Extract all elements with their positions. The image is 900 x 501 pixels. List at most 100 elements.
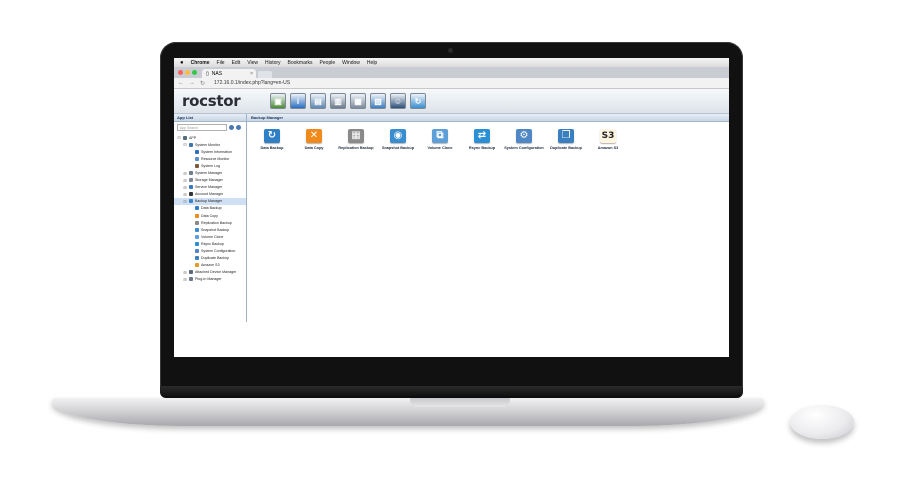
tree-item[interactable]: Resource Monitor bbox=[174, 155, 246, 162]
zoom-window-button[interactable] bbox=[192, 70, 197, 75]
app-launcher-label: Data Copy bbox=[304, 146, 324, 150]
app-launcher[interactable]: ◉ Snapshot Backup bbox=[377, 127, 419, 150]
expand-icon[interactable]: ⊞ bbox=[183, 171, 187, 176]
tree-item-icon bbox=[195, 241, 199, 246]
tree-item-icon bbox=[189, 178, 193, 183]
monitor-icon[interactable]: ▧ bbox=[370, 93, 386, 109]
menu-view[interactable]: View bbox=[247, 60, 258, 66]
mouse bbox=[790, 405, 854, 439]
tree-item-label: APP bbox=[189, 135, 197, 140]
tree-item[interactable]: Data Backup bbox=[174, 205, 246, 212]
tree-item[interactable]: System Log bbox=[174, 162, 246, 169]
expand-icon[interactable]: ⊞ bbox=[183, 192, 187, 197]
tree-item[interactable]: ⊞ System Manager bbox=[174, 169, 246, 176]
tree-item-icon bbox=[195, 227, 199, 232]
collapse-icon[interactable]: ⊟ bbox=[177, 135, 181, 140]
tree-item-label: Data Backup bbox=[201, 206, 222, 211]
collapse-icon[interactable]: ⊟ bbox=[183, 199, 187, 204]
laptop-hinge bbox=[160, 386, 743, 398]
back-icon[interactable]: ← bbox=[178, 80, 184, 86]
tree-item-icon bbox=[195, 149, 199, 154]
tree-item[interactable]: ⊞ Service Manager bbox=[174, 184, 246, 191]
app-launcher[interactable]: S3 Amazon S3 bbox=[587, 127, 629, 150]
tree-item-icon bbox=[189, 199, 193, 204]
app-launcher[interactable]: ❐ Duplicate Backup bbox=[545, 127, 587, 150]
quick-launch-bar: ▣ i ▤ ▥ ▦ ▧ ☺ ↻ bbox=[270, 93, 426, 109]
forward-icon[interactable]: → bbox=[189, 80, 195, 86]
tree-item[interactable]: ⊟ Backup Manager bbox=[174, 197, 246, 205]
tree-item[interactable]: System Configuration bbox=[174, 248, 246, 255]
app-launcher-label: Replication Backup bbox=[338, 146, 374, 150]
tree-item[interactable]: Volume Clone bbox=[174, 233, 246, 240]
tree-item[interactable]: Snapshot Backup bbox=[174, 226, 246, 233]
info-icon[interactable]: i bbox=[290, 93, 306, 109]
app-launcher[interactable]: ↻ Data Backup bbox=[251, 127, 293, 150]
app-search-input[interactable]: App Search bbox=[177, 124, 227, 131]
browser-tab[interactable]: ▯ NAS × bbox=[202, 69, 256, 78]
tree-item[interactable]: System Information bbox=[174, 148, 246, 155]
app-grid: ↻ Data Backup ✕ Data Copy ▦ Replication Backu… bbox=[247, 122, 729, 150]
rsync-backup-icon: ⇄ bbox=[473, 127, 491, 144]
tree-item-icon bbox=[195, 234, 199, 239]
tree-item-label: Replication Backup bbox=[201, 220, 232, 225]
expand-icon[interactable]: ⊞ bbox=[183, 178, 187, 183]
menu-edit[interactable]: Edit bbox=[232, 60, 241, 66]
tree-item[interactable]: Duplicate Backup bbox=[174, 255, 246, 262]
tree-item[interactable]: Amazon S3 bbox=[174, 262, 246, 269]
menu-help[interactable]: Help bbox=[367, 60, 377, 66]
tree-item[interactable]: ⊞ Attached Device Manager bbox=[174, 269, 246, 276]
menu-window[interactable]: Window bbox=[342, 60, 360, 66]
close-tab-icon[interactable]: × bbox=[250, 71, 253, 77]
app-launcher-label: Volume Clone bbox=[427, 146, 453, 150]
apple-icon[interactable]: ● bbox=[180, 60, 184, 66]
expand-icon[interactable]: ⊞ bbox=[183, 185, 187, 190]
system-configuration-icon: ⚙ bbox=[515, 127, 533, 144]
tree-item-label: System Manager bbox=[195, 171, 223, 176]
app-launcher[interactable]: ⇄ Rsync Backup bbox=[461, 127, 503, 150]
app-tree: ⊟ APP ⊟ System Monitor System Information Res… bbox=[174, 133, 246, 283]
menu-chrome[interactable]: Chrome bbox=[191, 60, 210, 66]
menu-file[interactable]: File bbox=[217, 60, 225, 66]
app-launcher[interactable]: ⚙ System Configuration bbox=[503, 127, 545, 150]
tree-item[interactable]: Rsync Backup bbox=[174, 240, 246, 247]
app-launcher-label: Rsync Backup bbox=[468, 146, 496, 150]
menu-history[interactable]: History bbox=[265, 60, 281, 66]
app-launcher-label: System Configuration bbox=[504, 146, 544, 150]
tree-item-icon bbox=[189, 171, 193, 176]
url-field[interactable]: 172.16.0.1/index.php?lang=en-US bbox=[214, 80, 290, 86]
close-window-button[interactable] bbox=[178, 70, 183, 75]
user-icon[interactable]: ☺ bbox=[390, 93, 406, 109]
backup-icon[interactable]: ↻ bbox=[410, 93, 426, 109]
expand-icon[interactable]: ⊞ bbox=[183, 270, 187, 275]
minimize-window-button[interactable] bbox=[185, 70, 190, 75]
laptop-notch bbox=[410, 398, 510, 407]
tree-item[interactable]: ⊟ System Monitor bbox=[174, 141, 246, 148]
app-launcher[interactable]: ✕ Data Copy bbox=[293, 127, 335, 150]
tree-item[interactable]: Replication Backup bbox=[174, 219, 246, 226]
reload-icon[interactable]: ↻ bbox=[200, 80, 205, 87]
tree-item[interactable]: ⊞ Plug-In Manager bbox=[174, 276, 246, 283]
collapse-icon[interactable]: ⊟ bbox=[183, 142, 187, 147]
new-tab-button[interactable] bbox=[258, 71, 272, 78]
menu-people[interactable]: People bbox=[320, 60, 336, 66]
tree-item[interactable]: Data Copy bbox=[174, 212, 246, 219]
app-header: rocstor ▣ i ▤ ▥ ▦ ▧ ☺ ↻ bbox=[174, 89, 729, 114]
app-launcher[interactable]: ⧉ Volume Clone bbox=[419, 127, 461, 150]
data-copy-icon: ✕ bbox=[305, 127, 323, 144]
tree-item[interactable]: ⊟ APP bbox=[174, 134, 246, 141]
tree-item-label: Resource Monitor bbox=[201, 156, 230, 161]
refresh-button[interactable] bbox=[236, 125, 241, 130]
expand-icon[interactable]: ⊞ bbox=[183, 277, 187, 282]
search-go-button[interactable] bbox=[229, 125, 234, 130]
quick-icon[interactable]: ▣ bbox=[270, 93, 286, 109]
page-icon: ▯ bbox=[206, 70, 209, 77]
storage-icon[interactable]: ▦ bbox=[350, 93, 366, 109]
content-header: Backup Manager bbox=[247, 114, 729, 122]
tree-item[interactable]: ⊞ Storage Manager bbox=[174, 177, 246, 184]
grid-icon[interactable]: ▤ bbox=[310, 93, 326, 109]
tree-item[interactable]: ⊞ Account Manager bbox=[174, 191, 246, 198]
menu-bookmarks[interactable]: Bookmarks bbox=[288, 60, 313, 66]
drives-icon[interactable]: ▥ bbox=[330, 93, 346, 109]
tree-item-label: Duplicate Backup bbox=[201, 256, 229, 261]
app-launcher[interactable]: ▦ Replication Backup bbox=[335, 127, 377, 150]
